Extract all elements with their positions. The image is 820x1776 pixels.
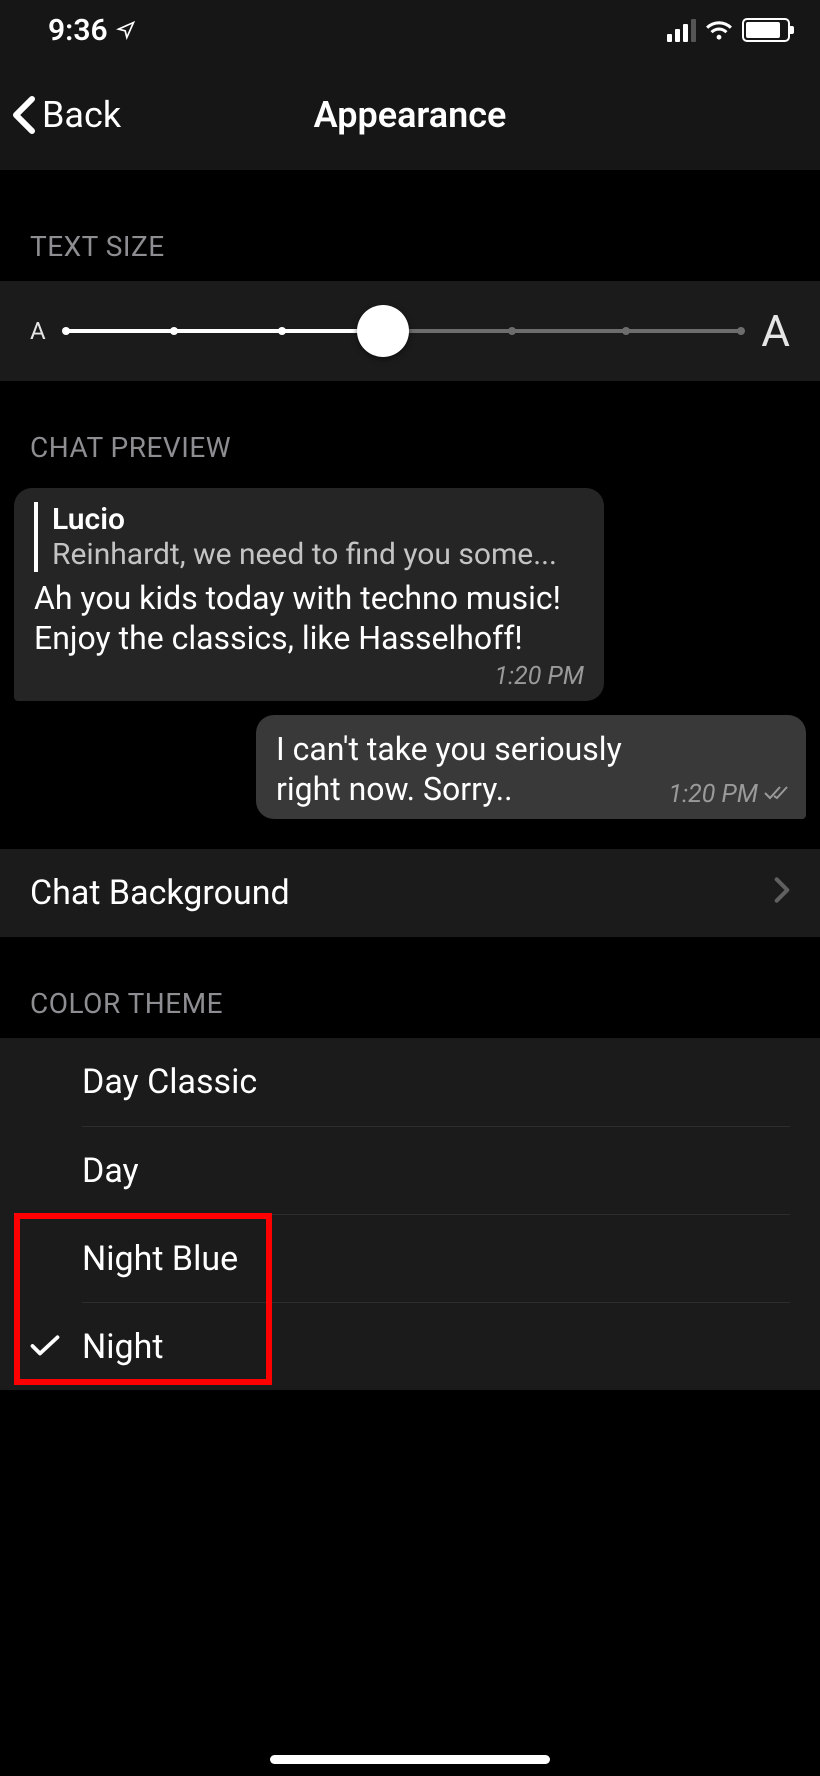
slider-knob[interactable] [357,305,409,357]
cellular-signal-icon [667,19,696,42]
row-label: Chat Background [30,873,290,913]
checkmark-icon [30,1334,82,1358]
wifi-icon [704,18,734,42]
reply-text: Reinhardt, we need to find you some... [52,537,584,572]
back-label: Back [42,94,121,136]
chat-preview-area: Lucio Reinhardt, we need to find you som… [0,482,820,839]
chevron-right-icon [774,873,790,913]
back-button[interactable]: Back [12,94,121,136]
bubble-time-group: 1:20 PM [669,780,792,809]
bubble-text: Ah you kids today with techno music! Enj… [34,578,584,658]
bubble-text: I can't take you seriously right now. So… [276,729,676,809]
theme-row-night-blue[interactable]: Night Blue [0,1214,820,1302]
theme-label: Day [82,1151,139,1191]
read-checks-icon [764,780,792,809]
theme-label: Day Classic [82,1062,257,1102]
text-size-slider-panel: A A [0,281,820,381]
text-size-slider[interactable] [66,306,742,356]
status-time-group: 9:36 [48,13,136,48]
battery-icon [742,18,790,42]
status-time: 9:36 [48,13,108,48]
home-indicator[interactable] [270,1755,550,1764]
section-header-color-theme: COLOR THEME [0,937,820,1038]
reply-preview: Lucio Reinhardt, we need to find you som… [34,502,584,572]
chat-bubble-outgoing: I can't take you seriously right now. So… [256,715,806,819]
status-right [667,18,790,42]
theme-row-day[interactable]: Day [0,1126,820,1214]
theme-row-night[interactable]: Night [0,1302,820,1390]
chat-background-row[interactable]: Chat Background [0,849,820,937]
slider-min-label: A [30,317,46,345]
bubble-time: 1:20 PM [34,662,584,691]
theme-label: Night Blue [82,1239,238,1279]
color-theme-list: Day Classic Day Night Blue Night [0,1038,820,1390]
location-arrow-icon [116,13,136,48]
bubble-time: 1:20 PM [669,780,758,809]
chevron-left-icon [12,95,36,135]
section-header-chat-preview: CHAT PREVIEW [0,381,820,482]
theme-row-day-classic[interactable]: Day Classic [0,1038,820,1126]
page-title: Appearance [314,94,507,136]
theme-label: Night [82,1327,163,1367]
navigation-bar: Back Appearance [0,60,820,170]
chat-bubble-incoming: Lucio Reinhardt, we need to find you som… [14,488,604,701]
slider-max-label: A [761,305,790,357]
section-header-text-size: TEXT SIZE [0,170,820,281]
reply-sender: Lucio [52,502,584,537]
status-bar: 9:36 [0,0,820,60]
